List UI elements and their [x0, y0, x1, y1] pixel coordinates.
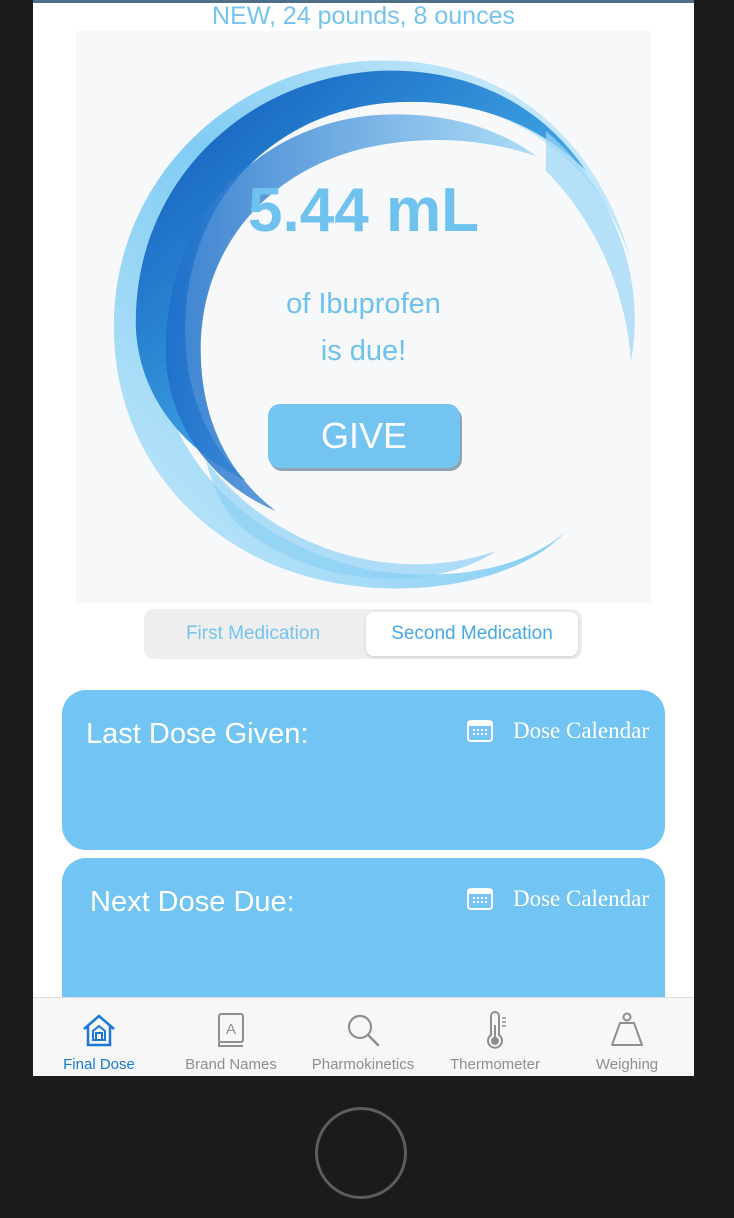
thermometer-icon	[487, 1011, 506, 1049]
dose-status: is due!	[320, 335, 407, 367]
tab-label-brand-names: Brand Names	[185, 1056, 277, 1073]
tab-brand-names[interactable]: A Brand Names	[165, 998, 297, 1076]
segment-first-medication[interactable]: First Medication	[147, 612, 359, 656]
next-dose-calendar-link[interactable]: Dose Calendar	[466, 884, 649, 914]
home-icon	[83, 1014, 115, 1047]
search-icon	[347, 1014, 380, 1047]
tab-bar: Final Dose A Brand Names Pharmokinetics	[33, 997, 694, 1076]
medication-segmented-control: First Medication Second Medication	[144, 609, 582, 659]
give-button[interactable]: GIVE	[268, 404, 460, 468]
patient-subtitle: NEW, 24 pounds, 8 ounces	[212, 2, 515, 30]
segment-second-medication[interactable]: Second Medication	[366, 612, 578, 656]
calendar-icon	[466, 888, 493, 910]
app-screen: NEW, 24 pounds, 8 ounces 5.44 mL of Ibup…	[33, 0, 694, 1076]
tab-label-weighing: Weighing	[595, 1056, 659, 1073]
phone-frame: NEW, 24 pounds, 8 ounces 5.44 mL of Ibup…	[0, 0, 734, 1218]
dose-calendar-label: Dose Calendar	[512, 718, 649, 743]
book-icon: A	[218, 1013, 244, 1047]
tab-thermometer[interactable]: Thermometer	[429, 998, 561, 1076]
tab-weighing[interactable]: Weighing	[561, 998, 693, 1076]
last-dose-card: Last Dose Given: Dose Calendar	[62, 690, 665, 850]
dose-amount: 5.44 mL	[248, 176, 479, 245]
tab-label-pharmokinetics: Pharmokinetics	[311, 1056, 415, 1073]
last-dose-title: Last Dose Given:	[86, 718, 309, 750]
last-dose-calendar-link[interactable]: Dose Calendar	[466, 716, 649, 746]
dose-calendar-label: Dose Calendar	[512, 886, 649, 911]
home-button[interactable]	[315, 1107, 407, 1199]
medication-name: of Ibuprofen	[286, 288, 441, 320]
next-dose-title: Next Dose Due:	[90, 886, 295, 918]
calendar-icon	[466, 720, 493, 742]
tab-pharmokinetics[interactable]: Pharmokinetics	[297, 998, 429, 1076]
tab-final-dose[interactable]: Final Dose	[33, 998, 165, 1076]
tab-label-final-dose: Final Dose	[63, 1056, 135, 1073]
svg-text:A: A	[226, 1021, 236, 1038]
tab-label-thermometer: Thermometer	[449, 1056, 541, 1073]
weight-icon	[611, 1012, 643, 1046]
